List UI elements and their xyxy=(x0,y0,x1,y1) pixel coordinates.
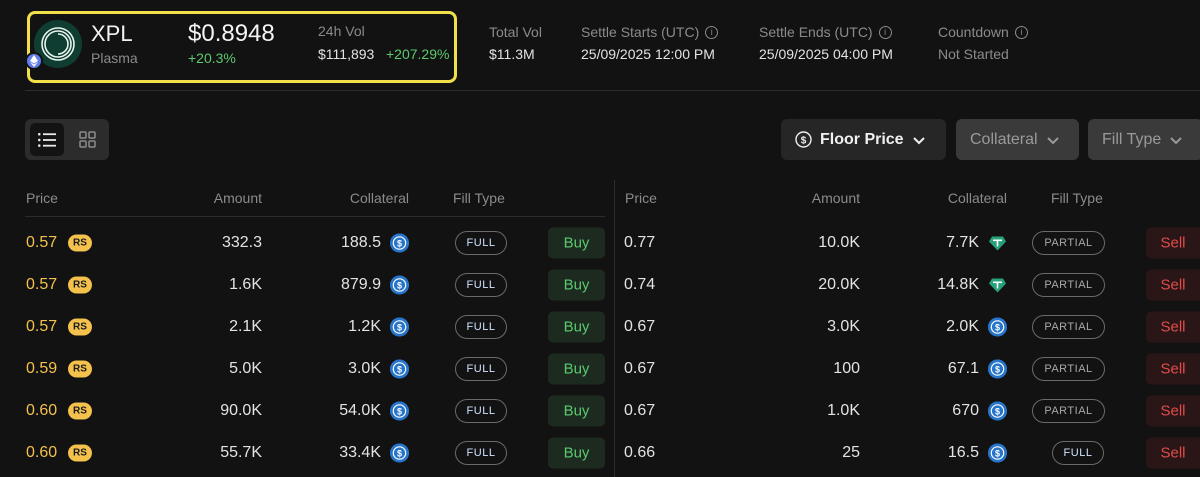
sell-button[interactable]: Sell xyxy=(1146,353,1200,385)
sell-header-amount: Amount xyxy=(811,190,860,206)
sell-price: 0.67 xyxy=(624,318,656,335)
market-page: XPL Plasma $0.8948 +20.3% 24h Vol $111,8… xyxy=(0,0,1200,477)
sell-order-row: 0.67 3.0K 2.0K $ PARTIAL Sell xyxy=(0,306,1200,348)
sell-button[interactable]: Sell xyxy=(1146,437,1200,469)
grid-view-button[interactable] xyxy=(70,123,104,156)
volume-24h-label: 24h Vol xyxy=(318,23,365,39)
sell-order-row: 0.67 1.0K 670 $ PARTIAL Sell xyxy=(0,390,1200,432)
sell-collateral: 16.5 xyxy=(947,444,979,461)
info-icon[interactable]: i xyxy=(878,25,892,39)
sell-button[interactable]: Sell xyxy=(1146,269,1200,301)
header-divider xyxy=(25,90,1200,91)
sell-button[interactable]: Sell xyxy=(1146,227,1200,259)
sell-price: 0.77 xyxy=(624,234,656,251)
fill-type-badge: PARTIAL xyxy=(1032,315,1105,339)
ethereum-chain-icon xyxy=(25,52,43,70)
svg-text:$: $ xyxy=(995,407,1000,417)
buy-header-fill-type: Fill Type xyxy=(453,190,505,206)
fill-type-badge: PARTIAL xyxy=(1032,399,1105,423)
usdc-icon: $ xyxy=(988,317,1007,337)
svg-text:$: $ xyxy=(995,323,1000,333)
buy-header-price: Price xyxy=(26,190,58,206)
fill-type-badge: PARTIAL xyxy=(1032,273,1105,297)
sell-button[interactable]: Sell xyxy=(1146,395,1200,427)
floor-price-filter[interactable]: $ Floor Price xyxy=(781,119,946,160)
usdc-icon: $ xyxy=(988,443,1007,463)
volume-24h-value: $111,893 xyxy=(318,46,375,62)
usdt-icon xyxy=(988,234,1007,253)
sell-price: 0.66 xyxy=(624,444,656,461)
sell-order-row: 0.74 20.0K 14.8K PARTIAL Sell xyxy=(0,264,1200,306)
countdown-label: Countdown i xyxy=(938,24,1028,40)
info-icon[interactable]: i xyxy=(705,25,719,39)
sell-order-row: 0.66 25 16.5 $ FULL Sell xyxy=(0,432,1200,474)
fill-type-badge: FULL xyxy=(1052,441,1104,465)
dollar-circle-icon: $ xyxy=(795,131,812,148)
fill-type-filter[interactable]: Fill Type xyxy=(1088,119,1200,160)
settle-starts-label: Settle Starts (UTC) i xyxy=(581,24,719,40)
buy-header-divider xyxy=(25,216,605,217)
sell-header-price: Price xyxy=(625,190,657,206)
sell-amount: 25 xyxy=(842,444,860,461)
fill-type-badge: PARTIAL xyxy=(1032,357,1105,381)
sell-price: 0.67 xyxy=(624,402,656,419)
token-name: Plasma xyxy=(91,50,138,66)
sell-collateral: 670 xyxy=(952,402,979,419)
usdc-icon: $ xyxy=(988,359,1007,379)
fill-type-badge: PARTIAL xyxy=(1032,231,1105,255)
sell-amount: 100 xyxy=(833,360,860,377)
collateral-filter[interactable]: Collateral xyxy=(956,119,1079,160)
chevron-down-icon xyxy=(912,136,925,144)
countdown-value: Not Started xyxy=(938,46,1009,62)
svg-text:$: $ xyxy=(995,449,1000,459)
sell-header-collateral: Collateral xyxy=(947,190,1007,206)
sell-collateral: 67.1 xyxy=(947,360,979,377)
svg-text:$: $ xyxy=(801,135,807,146)
sell-collateral: 2.0K xyxy=(946,318,979,335)
total-vol-label: Total Vol xyxy=(489,24,542,40)
settle-ends-value: 25/09/2025 04:00 PM xyxy=(759,46,893,62)
list-view-button[interactable] xyxy=(30,123,64,156)
info-icon[interactable]: i xyxy=(1014,25,1028,39)
settle-ends-label: Settle Ends (UTC) i xyxy=(759,24,892,40)
sell-amount: 10.0K xyxy=(818,234,860,251)
sell-collateral: 7.7K xyxy=(946,234,979,251)
buy-header-amount: Amount xyxy=(213,190,262,206)
sell-button[interactable]: Sell xyxy=(1146,311,1200,343)
svg-text:$: $ xyxy=(995,365,1000,375)
token-price-change: +20.3% xyxy=(188,50,236,66)
usdt-icon xyxy=(988,276,1007,295)
chevron-down-icon xyxy=(1046,136,1059,144)
sell-amount: 3.0K xyxy=(827,318,860,335)
sell-header-fill-type: Fill Type xyxy=(1051,190,1103,206)
sell-amount: 1.0K xyxy=(827,402,860,419)
list-view-icon xyxy=(38,132,56,147)
settle-starts-value: 25/09/2025 12:00 PM xyxy=(581,46,715,62)
usdc-icon: $ xyxy=(988,401,1007,421)
volume-24h-change: +207.29% xyxy=(386,46,450,62)
chevron-down-icon xyxy=(1170,136,1182,144)
grid-view-icon xyxy=(78,131,96,148)
token-price: $0.8948 xyxy=(188,20,275,47)
total-vol-value: $11.3M xyxy=(489,46,535,62)
sell-order-row: 0.77 10.0K 7.7K PARTIAL Sell xyxy=(0,222,1200,264)
buy-header-collateral: Collateral xyxy=(349,190,409,206)
sell-price: 0.74 xyxy=(624,276,656,293)
sell-price: 0.67 xyxy=(624,360,656,377)
view-toggle xyxy=(25,119,109,160)
token-symbol: XPL xyxy=(91,21,133,46)
sell-collateral: 14.8K xyxy=(937,276,979,293)
sell-amount: 20.0K xyxy=(818,276,860,293)
sell-order-row: 0.67 100 67.1 $ PARTIAL Sell xyxy=(0,348,1200,390)
